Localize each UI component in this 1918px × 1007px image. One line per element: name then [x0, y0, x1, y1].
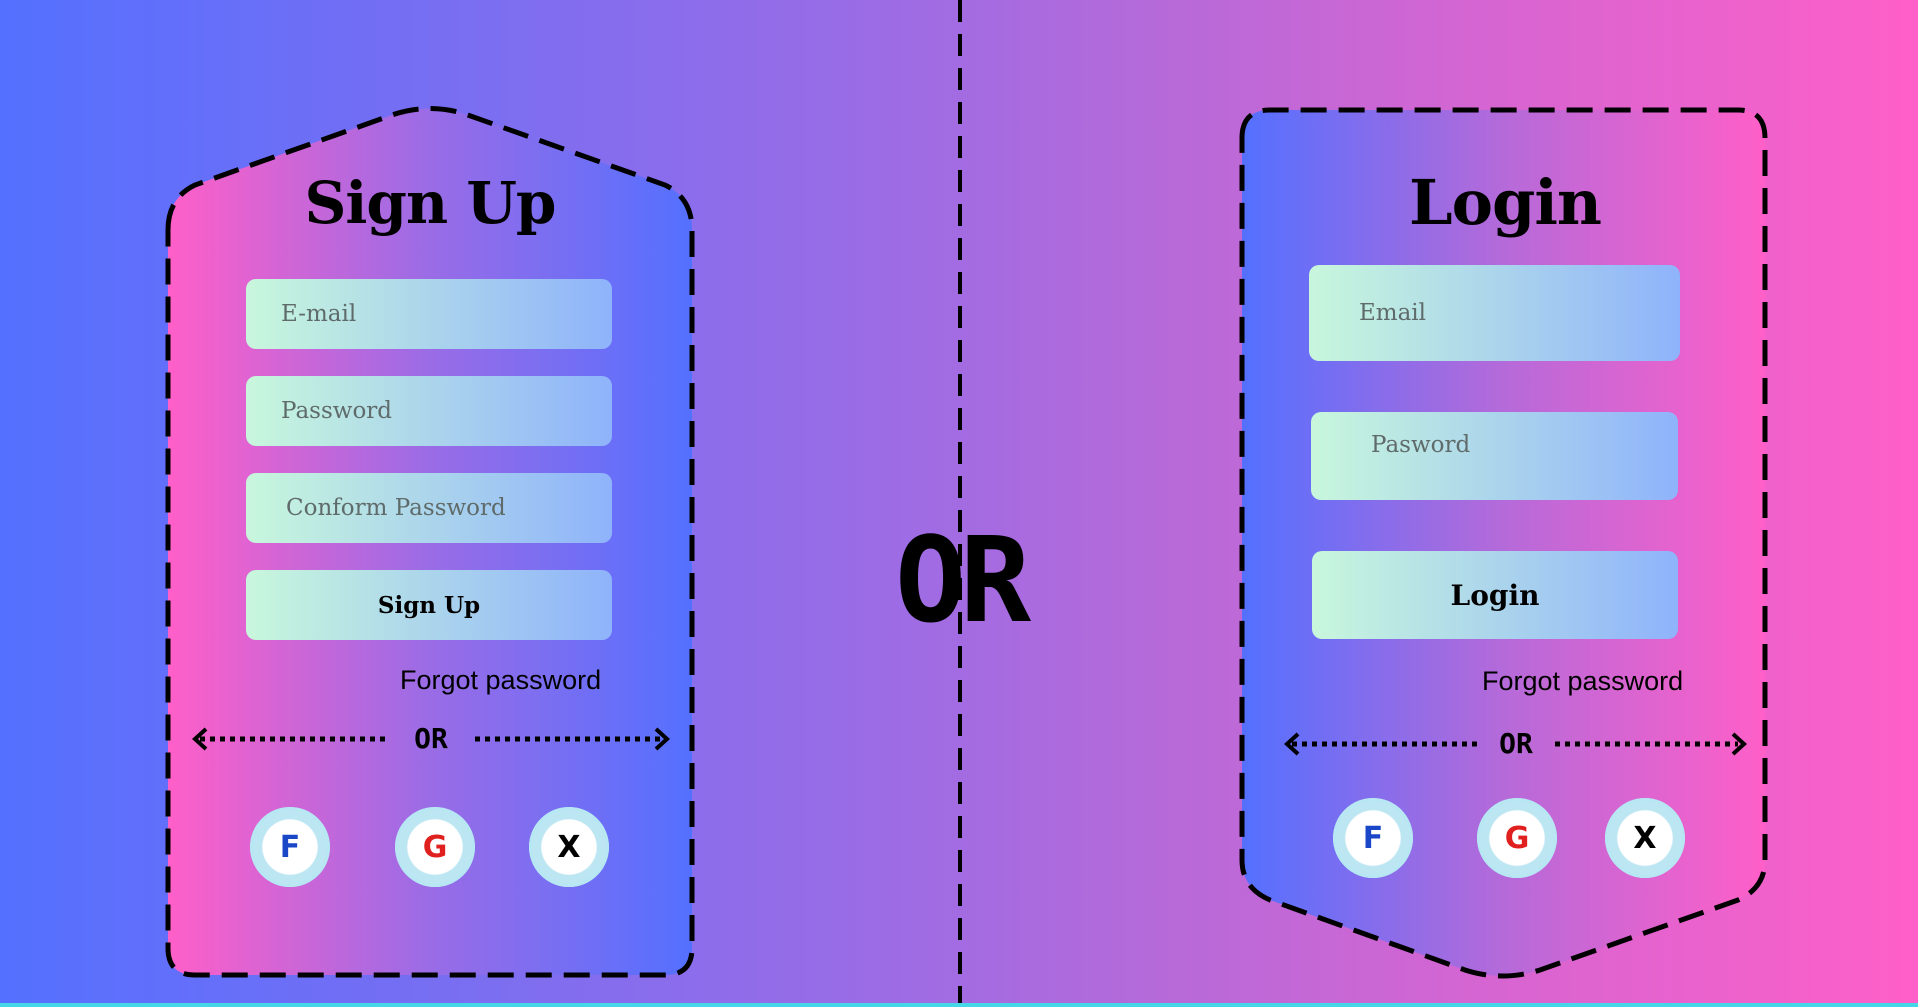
login-title: Login [1409, 166, 1602, 239]
login-button[interactable]: Login [1312, 551, 1678, 639]
login-x-button[interactable]: X [1605, 798, 1685, 878]
login-forgot-password-link[interactable]: Forgot password [1482, 666, 1683, 697]
login-or-separator: OR [1499, 727, 1533, 760]
google-icon: G [422, 829, 448, 865]
signup-x-button[interactable]: X [529, 807, 609, 887]
bottom-accent-strip [0, 1003, 1918, 1007]
login-button-label: Login [1450, 578, 1540, 612]
signup-forgot-password-link[interactable]: Forgot password [400, 665, 601, 696]
signup-password-field[interactable]: Password [246, 376, 612, 446]
login-facebook-button[interactable]: F [1333, 798, 1413, 878]
signup-google-button[interactable]: G [395, 807, 475, 887]
signup-facebook-button[interactable]: F [250, 807, 330, 887]
signup-confirm-password-field[interactable]: Conform Password [246, 473, 612, 543]
x-icon: X [557, 829, 581, 865]
center-or-label: OR [894, 511, 1031, 649]
login-email-field[interactable]: Email [1309, 265, 1680, 361]
signup-email-placeholder: E-mail [281, 301, 357, 327]
signup-confirm-placeholder: Conform Password [286, 495, 506, 521]
login-password-field[interactable]: Pasword [1311, 412, 1678, 500]
signup-title: Sign Up [304, 169, 557, 237]
google-icon: G [1504, 820, 1530, 856]
facebook-icon: F [1362, 820, 1384, 856]
signup-or-separator: OR [414, 722, 448, 755]
signup-email-field[interactable]: E-mail [246, 279, 612, 349]
facebook-icon: F [279, 829, 301, 865]
login-email-placeholder: Email [1359, 300, 1427, 326]
login-password-placeholder: Pasword [1371, 432, 1471, 458]
center-divider [958, 0, 962, 1003]
signup-button[interactable]: Sign Up [246, 570, 612, 640]
x-icon: X [1633, 820, 1657, 856]
login-google-button[interactable]: G [1477, 798, 1557, 878]
signup-button-label: Sign Up [377, 591, 481, 619]
signup-password-placeholder: Password [281, 398, 393, 424]
